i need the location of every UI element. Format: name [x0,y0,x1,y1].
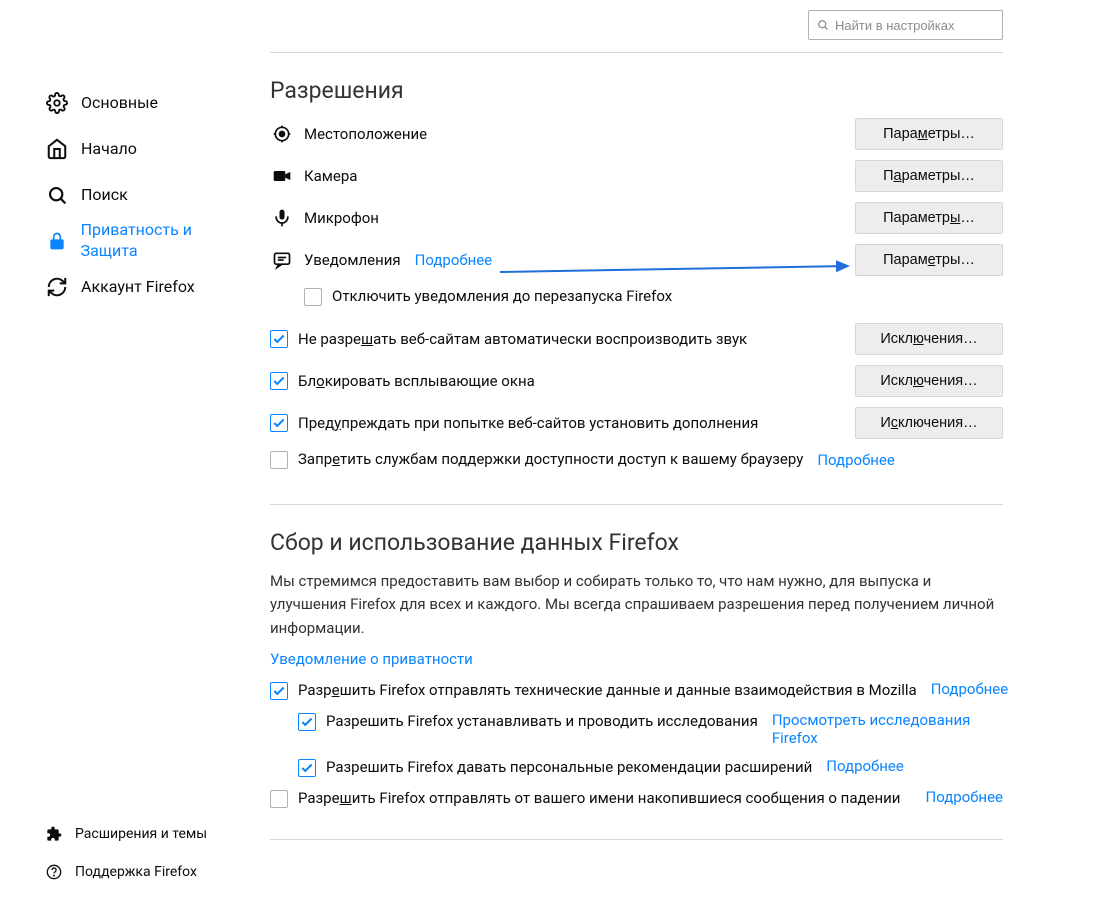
microphone-icon [270,206,294,230]
studies-checkbox[interactable] [298,713,316,731]
lock-icon [45,229,69,253]
addon-warn-checkbox[interactable] [270,414,288,432]
sidebar-item-search[interactable]: Поиск [45,172,250,218]
telemetry-learn-more-link[interactable]: Подробнее [931,680,1009,698]
recommendations-learn-more-link[interactable]: Подробнее [826,757,904,775]
footer-label: Поддержка Firefox [75,864,197,880]
autoplay-checkbox[interactable] [270,330,288,348]
checkbox-label: Разрешить Firefox устанавливать и провод… [326,711,758,732]
sidebar-item-label: Поиск [81,185,128,206]
sidebar-item-home[interactable]: Начало [45,126,250,172]
divider [270,504,1003,505]
perm-location: Местоположение Параметры… [270,118,1003,150]
microphone-settings-button[interactable]: Параметры… [855,202,1003,234]
checkbox-label: Разрешить Firefox давать персональные ре… [326,757,812,778]
search-icon [45,183,69,207]
sidebar-item-privacy[interactable]: Приватность и Защита [45,218,250,264]
location-icon [270,122,294,146]
sidebar: Основные Начало Поиск Приватность и Защи… [0,0,250,911]
permissions-title: Разрешения [270,77,1003,104]
checkbox-label: Запретить службам поддержки доступности … [298,449,803,470]
recommendations-row: Разрешить Firefox давать персональные ре… [270,757,1003,778]
camera-icon [270,164,294,188]
sync-icon [45,275,69,299]
popups-checkbox[interactable] [270,372,288,390]
checkbox-label: Блокировать всплывающие окна [298,371,535,392]
perm-notifications: Уведомления Подробнее Параметры… [270,244,1003,276]
gear-icon [45,91,69,115]
addon-exceptions-button[interactable]: Исключения… [855,407,1003,439]
accessibility-checkbox[interactable] [270,451,288,469]
crash-reports-row: Разрешить Firefox отправлять от вашего и… [270,788,1003,809]
studies-row: Разрешить Firefox устанавливать и провод… [270,711,1003,747]
help-icon [45,863,63,881]
notifications-learn-more-link[interactable]: Подробнее [415,251,493,269]
telemetry-row: Разрешить Firefox отправлять технические… [270,680,1003,701]
divider [270,52,1003,53]
telemetry-checkbox[interactable] [270,682,288,700]
sidebar-item-account[interactable]: Аккаунт Firefox [45,264,250,310]
footer-extensions[interactable]: Расширения и темы [45,815,250,853]
checkbox-label: Не разрешать веб-сайтам автоматически во… [298,329,747,350]
autoplay-row: Не разрешать веб-сайтам автоматически во… [270,323,1003,355]
search-box[interactable] [808,10,1003,40]
sidebar-item-label: Основные [81,93,158,114]
disable-notifications-row: Отключить уведомления до перезапуска Fir… [304,286,1003,307]
data-collection-title: Сбор и использование данных Firefox [270,529,1003,556]
accessibility-row: Запретить службам поддержки доступности … [270,449,1003,470]
footer-support[interactable]: Поддержка Firefox [45,853,250,891]
perm-label: Уведомления [304,251,401,269]
home-icon [45,137,69,161]
disable-notifications-checkbox[interactable] [304,288,322,306]
main-content: Разрешения Местоположение Параметры… Кам… [250,0,1103,911]
popups-row: Блокировать всплывающие окна Исключения… [270,365,1003,397]
notifications-settings-button[interactable]: Параметры… [855,244,1003,276]
addon-warn-row: Предупреждать при попытке веб-сайтов уст… [270,407,1003,439]
checkbox-label: Разрешить Firefox отправлять технические… [298,680,917,701]
divider [270,839,1003,840]
crash-learn-more-link[interactable]: Подробнее [926,788,1004,806]
data-collection-intro: Мы стремимся предоставить вам выбор и со… [270,570,1003,640]
accessibility-learn-more-link[interactable]: Подробнее [817,451,895,469]
sidebar-item-label: Аккаунт Firefox [81,277,195,298]
puzzle-icon [45,825,63,843]
autoplay-exceptions-button[interactable]: Исключения… [855,323,1003,355]
perm-label: Камера [304,167,357,185]
checkbox-label: Предупреждать при попытке веб-сайтов уст… [298,413,758,434]
sidebar-item-general[interactable]: Основные [45,80,250,126]
perm-microphone: Микрофон Параметры… [270,202,1003,234]
studies-view-link[interactable]: Просмотреть исследования Firefox [772,711,1003,747]
footer-label: Расширения и темы [75,826,207,842]
search-input[interactable] [835,18,994,33]
perm-label: Микрофон [304,209,379,227]
sidebar-item-label: Приватность и Защита [81,220,250,262]
sidebar-item-label: Начало [81,139,137,160]
popups-exceptions-button[interactable]: Исключения… [855,365,1003,397]
notification-icon [270,248,294,272]
perm-label: Местоположение [304,125,427,143]
crash-reports-checkbox[interactable] [270,790,288,808]
privacy-notice-link[interactable]: Уведомление о приватности [270,650,473,668]
perm-camera: Камера Параметры… [270,160,1003,192]
camera-settings-button[interactable]: Параметры… [855,160,1003,192]
checkbox-label: Разрешить Firefox отправлять от вашего и… [298,788,900,809]
recommendations-checkbox[interactable] [298,759,316,777]
checkbox-label: Отключить уведомления до перезапуска Fir… [332,286,672,307]
location-settings-button[interactable]: Параметры… [855,118,1003,150]
